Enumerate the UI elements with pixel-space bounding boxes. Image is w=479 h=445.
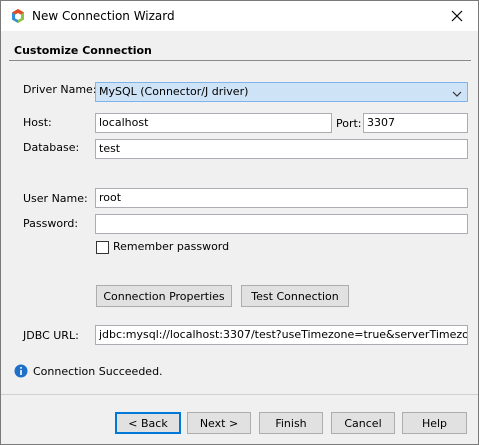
database-label: Database: <box>23 141 80 154</box>
section-title: Customize Connection <box>14 44 152 57</box>
password-label: Password: <box>23 217 79 230</box>
password-input[interactable] <box>95 214 468 234</box>
port-label: Port: <box>336 117 362 130</box>
help-button[interactable]: Help <box>402 412 467 434</box>
driver-name-label: Driver Name: <box>23 83 97 96</box>
remember-password-label: Remember password <box>113 240 230 253</box>
chevron-down-icon <box>452 88 462 97</box>
jdbc-url-input[interactable]: jdbc:mysql://localhost:3307/test?useTime… <box>95 325 468 345</box>
database-input[interactable]: test <box>95 139 468 159</box>
new-connection-wizard-window: New Connection Wizard Customize Connecti… <box>0 0 479 445</box>
info-icon <box>14 364 28 378</box>
status-message: Connection Succeeded. <box>33 365 163 378</box>
footer-divider <box>1 394 478 395</box>
cancel-button[interactable]: Cancel <box>331 412 395 434</box>
driver-name-value: MySQL (Connector/J driver) <box>99 85 249 98</box>
wizard-panel: Customize Connection Driver Name: MySQL … <box>1 31 478 394</box>
driver-name-combo[interactable]: MySQL (Connector/J driver) <box>95 82 468 102</box>
connection-properties-button[interactable]: Connection Properties <box>96 285 232 307</box>
title-bar[interactable]: New Connection Wizard <box>1 1 478 31</box>
host-label: Host: <box>23 116 52 129</box>
user-name-input[interactable]: root <box>95 188 468 208</box>
host-input[interactable]: localhost <box>95 113 332 133</box>
window-title: New Connection Wizard <box>32 9 175 23</box>
jdbc-url-label: JDBC URL: <box>23 329 79 342</box>
port-input[interactable]: 3307 <box>363 113 468 133</box>
user-name-label: User Name: <box>23 192 88 205</box>
back-button[interactable]: < Back <box>115 412 181 434</box>
remember-password-checkbox[interactable] <box>96 241 109 254</box>
next-button[interactable]: Next > <box>187 412 251 434</box>
netbeans-cube-icon <box>10 8 26 24</box>
close-icon[interactable] <box>436 1 478 31</box>
finish-button[interactable]: Finish <box>259 412 323 434</box>
test-connection-button[interactable]: Test Connection <box>241 285 349 307</box>
section-divider <box>9 60 471 61</box>
